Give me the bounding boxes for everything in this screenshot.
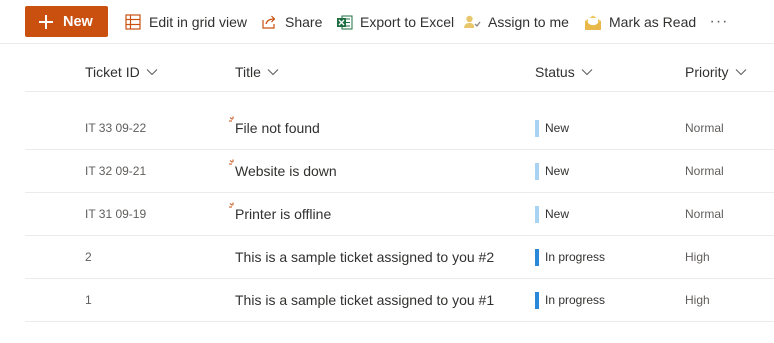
table-row[interactable]: IT 32 09-21 Website is down New Normal	[25, 150, 774, 193]
status-text: In progress	[545, 250, 606, 264]
plus-icon	[39, 14, 53, 29]
status-indicator	[535, 205, 539, 223]
title-cell[interactable]: Printer is offline	[229, 193, 332, 235]
title-cell[interactable]: This is a sample ticket assigned to you …	[235, 279, 494, 321]
title-text: Printer is offline	[235, 206, 332, 222]
status-indicator	[535, 162, 539, 180]
column-header-status-label: Status	[535, 64, 575, 80]
table-row[interactable]: 2 This is a sample ticket assigned to yo…	[25, 236, 774, 279]
new-item-icon	[229, 159, 234, 165]
status-cell: In progress	[535, 236, 605, 278]
status-cell: New	[535, 193, 569, 235]
mark-as-read-label: Mark as Read	[609, 14, 697, 30]
envelope-open-icon	[584, 13, 602, 31]
more-options-label: ···	[709, 13, 729, 30]
assign-user-icon	[463, 13, 481, 31]
edit-in-grid-view-button[interactable]: Edit in grid view	[124, 0, 247, 44]
priority-cell: Normal	[685, 121, 724, 135]
ticket-id-cell: IT 32 09-21	[85, 164, 147, 178]
status-text: In progress	[545, 293, 606, 307]
chevron-down-icon	[146, 68, 158, 76]
more-options-button[interactable]: ···	[709, 0, 729, 44]
column-header-title-label: Title	[235, 64, 261, 80]
share-label: Share	[285, 14, 323, 30]
status-text: New	[545, 121, 570, 135]
share-button[interactable]: Share	[260, 0, 322, 44]
status-indicator	[535, 119, 539, 137]
column-header-status[interactable]: Status	[535, 52, 593, 92]
ticket-id-cell: IT 33 09-22	[85, 121, 147, 135]
edit-in-grid-view-label: Edit in grid view	[149, 14, 248, 30]
status-text: New	[545, 207, 570, 221]
share-icon	[260, 13, 278, 31]
mark-as-read-button[interactable]: Mark as Read	[584, 0, 696, 44]
chevron-down-icon	[735, 68, 747, 76]
assign-to-me-label: Assign to me	[488, 14, 569, 30]
ticket-list: IT 33 09-22 File not found New Normal IT…	[25, 107, 774, 322]
status-text: New	[545, 164, 570, 178]
chevron-down-icon	[581, 68, 593, 76]
title-cell[interactable]: File not found	[229, 107, 320, 149]
column-header-ticket-id[interactable]: Ticket ID	[85, 52, 158, 92]
status-cell: New	[535, 150, 569, 192]
table-row[interactable]: 1 This is a sample ticket assigned to yo…	[25, 279, 774, 322]
ticket-id-cell: 1	[85, 293, 92, 307]
column-header-ticket-id-label: Ticket ID	[85, 64, 140, 80]
table-row[interactable]: IT 31 09-19 Printer is offline New Norma…	[25, 193, 774, 236]
status-cell: In progress	[535, 279, 605, 321]
list-header: Ticket ID Title Status Priority	[25, 52, 774, 92]
priority-cell: Normal	[685, 164, 724, 178]
ticket-id-cell: 2	[85, 250, 92, 264]
new-item-icon	[229, 116, 234, 122]
table-row[interactable]: IT 33 09-22 File not found New Normal	[25, 107, 774, 150]
status-cell: New	[535, 107, 569, 149]
ticket-id-cell: IT 31 09-19	[85, 207, 147, 221]
column-header-priority[interactable]: Priority	[685, 52, 747, 92]
title-text: File not found	[235, 120, 320, 136]
priority-cell: High	[685, 293, 710, 307]
new-button-label: New	[63, 13, 93, 30]
title-cell[interactable]: This is a sample ticket assigned to you …	[235, 236, 494, 278]
column-header-priority-label: Priority	[685, 64, 729, 80]
title-text: This is a sample ticket assigned to you …	[235, 249, 495, 265]
priority-cell: Normal	[685, 207, 724, 221]
chevron-down-icon	[267, 68, 279, 76]
status-indicator	[535, 248, 539, 266]
title-cell[interactable]: Website is down	[229, 150, 337, 192]
priority-cell: High	[685, 250, 710, 264]
status-indicator	[535, 291, 539, 309]
assign-to-me-button[interactable]: Assign to me	[463, 0, 569, 44]
grid-icon	[124, 13, 142, 31]
title-text: This is a sample ticket assigned to you …	[235, 292, 495, 308]
command-bar: New Edit in grid view Share Export to Ex…	[0, 0, 774, 44]
new-item-icon	[229, 202, 234, 208]
new-button[interactable]: New	[25, 6, 108, 37]
excel-icon	[335, 13, 353, 31]
title-text: Website is down	[235, 163, 337, 179]
column-header-title[interactable]: Title	[235, 52, 279, 92]
export-to-excel-button[interactable]: Export to Excel	[335, 0, 454, 44]
export-to-excel-label: Export to Excel	[360, 14, 455, 30]
